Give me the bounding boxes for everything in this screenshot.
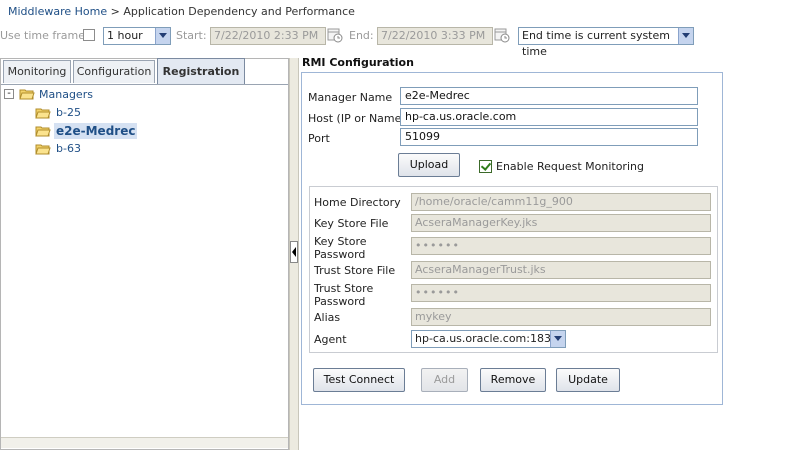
end-date-field[interactable]: 7/22/2010 3:33 PM bbox=[377, 27, 493, 45]
host-label: Host (IP or Name) bbox=[308, 112, 406, 125]
tree-item-managers[interactable]: Managers bbox=[39, 87, 93, 103]
end-time-mode-select[interactable]: End time is current system time bbox=[518, 27, 694, 58]
folder-open-icon bbox=[19, 89, 35, 100]
alias-label: Alias bbox=[314, 311, 341, 324]
enable-monitoring-checkbox[interactable] bbox=[479, 160, 492, 173]
time-frame-select[interactable]: 1 hour bbox=[103, 27, 171, 45]
breadcrumb-home-link[interactable]: Middleware Home bbox=[8, 5, 107, 18]
trust-store-password-label: Trust Store Password bbox=[314, 282, 373, 308]
test-connect-button[interactable]: Test Connect bbox=[313, 368, 405, 392]
key-store-password-label-line2: Password bbox=[314, 248, 366, 261]
trust-store-password-field[interactable]: •••••• bbox=[411, 284, 711, 302]
home-directory-label: Home Directory bbox=[314, 196, 401, 209]
manager-name-field[interactable]: e2e-Medrec bbox=[400, 87, 698, 105]
port-field[interactable]: 51099 bbox=[400, 128, 698, 146]
remove-button[interactable]: Remove bbox=[480, 368, 546, 392]
agent-label: Agent bbox=[314, 333, 347, 346]
folder-icon bbox=[35, 144, 51, 155]
tree-item-b-25[interactable]: b-25 bbox=[56, 105, 81, 121]
start-label: Start: bbox=[176, 29, 207, 42]
tree-item-label[interactable]: b-25 bbox=[56, 106, 81, 119]
tab-divider bbox=[1, 84, 288, 85]
host-field[interactable]: hp-ca.us.oracle.com bbox=[400, 108, 698, 126]
chevron-down-icon bbox=[155, 28, 170, 44]
chevron-down-icon bbox=[678, 28, 693, 44]
key-store-password-label: Key Store Password bbox=[314, 235, 367, 261]
trust-store-file-label: Trust Store File bbox=[314, 264, 396, 277]
upload-button[interactable]: Upload bbox=[398, 153, 460, 177]
time-frame-value: 1 hour bbox=[107, 29, 143, 42]
trust-store-file-field[interactable]: AcseraManagerTrust.jks bbox=[411, 261, 711, 279]
port-label: Port bbox=[308, 132, 330, 145]
key-store-password-field[interactable]: •••••• bbox=[411, 237, 711, 255]
end-time-mode-value: End time is current system time bbox=[522, 29, 670, 58]
update-button[interactable]: Update bbox=[556, 368, 620, 392]
use-time-frame-checkbox[interactable] bbox=[83, 29, 95, 41]
add-button[interactable]: Add bbox=[421, 368, 468, 392]
breadcrumb-separator: > bbox=[110, 5, 120, 18]
tab-monitoring[interactable]: Monitoring bbox=[3, 60, 71, 83]
end-calendar-clock-icon[interactable] bbox=[494, 27, 510, 43]
end-label: End: bbox=[349, 29, 374, 42]
horizontal-scrollbar[interactable] bbox=[1, 437, 288, 448]
tree-item-b-63[interactable]: b-63 bbox=[56, 141, 81, 157]
tab-registration[interactable]: Registration bbox=[157, 58, 245, 84]
key-store-password-label-line1: Key Store bbox=[314, 235, 367, 248]
home-directory-field[interactable]: /home/oracle/camm11g_900 bbox=[411, 193, 711, 211]
collapse-left-arrow-icon[interactable] bbox=[290, 241, 298, 263]
use-time-frame-label: Use time frame: bbox=[0, 29, 89, 42]
key-store-file-field[interactable]: AcseraManagerKey.jks bbox=[411, 214, 711, 232]
tab-bar: Monitoring Configuration Registration bbox=[0, 58, 289, 84]
tree-item-label[interactable]: b-63 bbox=[56, 142, 81, 155]
start-date-field[interactable]: 7/22/2010 2:33 PM bbox=[210, 27, 326, 45]
enable-monitoring-label: Enable Request Monitoring bbox=[496, 160, 644, 173]
tree-item-managers-label[interactable]: Managers bbox=[39, 88, 93, 101]
breadcrumb-current: Application Dependency and Performance bbox=[123, 5, 355, 18]
tree-collapse-toggle[interactable]: - bbox=[4, 89, 14, 99]
tab-configuration[interactable]: Configuration bbox=[73, 60, 155, 83]
start-calendar-clock-icon[interactable] bbox=[327, 27, 343, 43]
tree-item-e2e-medrec[interactable]: e2e-Medrec bbox=[54, 123, 138, 139]
agent-select[interactable]: hp-ca.us.oracle.com:1831 bbox=[411, 330, 566, 348]
section-title: RMI Configuration bbox=[302, 56, 414, 69]
alias-field[interactable]: mykey bbox=[411, 308, 711, 326]
manager-name-label: Manager Name bbox=[308, 91, 393, 104]
tree-item-label[interactable]: e2e-Medrec bbox=[56, 124, 135, 138]
key-store-file-label: Key Store File bbox=[314, 217, 389, 230]
breadcrumb: Middleware Home > Application Dependency… bbox=[8, 5, 355, 18]
folder-icon bbox=[35, 126, 51, 137]
trust-store-password-label-line2: Password bbox=[314, 295, 366, 308]
agent-value: hp-ca.us.oracle.com:1831 bbox=[415, 332, 558, 345]
chevron-down-icon bbox=[550, 331, 565, 347]
trust-store-password-label-line1: Trust Store bbox=[314, 282, 374, 295]
folder-icon bbox=[35, 108, 51, 119]
